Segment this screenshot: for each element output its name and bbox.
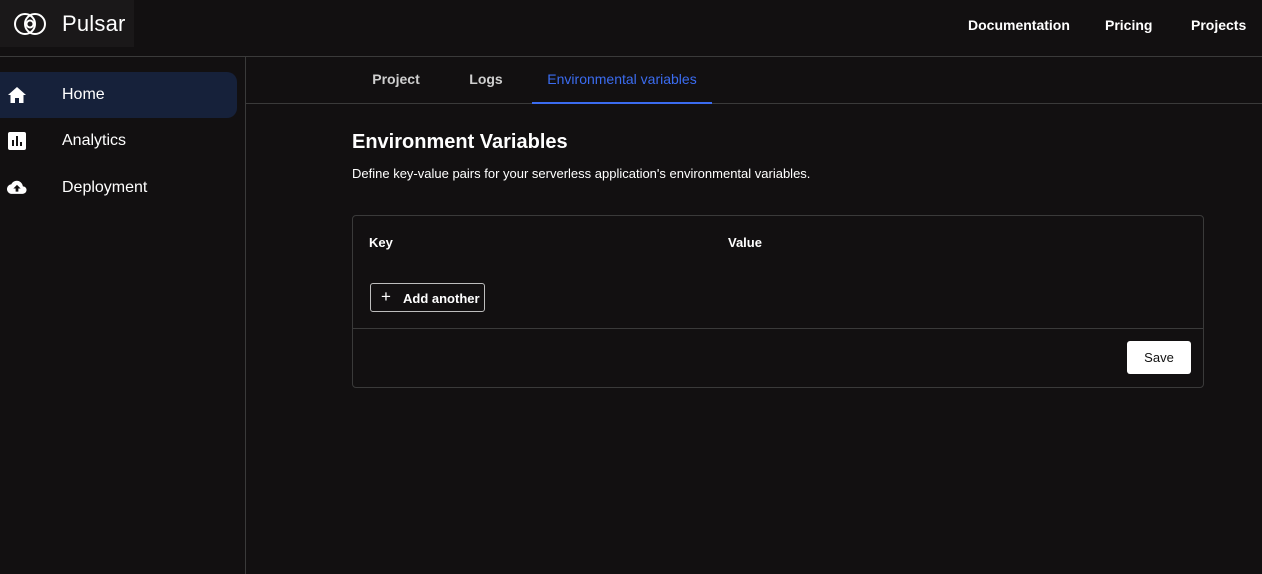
nav-projects-link[interactable]: Projects [1191,17,1246,33]
nav-documentation-link[interactable]: Documentation [968,17,1070,33]
add-another-label: Add another [403,291,480,306]
cloud-upload-icon [7,180,27,194]
plus-icon: + [381,287,391,306]
top-bar: Pulsar Documentation Pricing Projects [0,0,1262,57]
brand[interactable]: Pulsar [0,0,134,47]
tab-environmental-variables[interactable]: Environmental variables [532,57,712,104]
page-description: Define key-value pairs for your serverle… [352,166,811,181]
sidebar-item-analytics[interactable]: Analytics [0,118,237,164]
sidebar: Home Analytics Deployment [0,57,246,574]
tab-project[interactable]: Project [358,57,434,104]
sidebar-item-deployment[interactable]: Deployment [0,165,237,211]
analytics-icon [8,132,26,150]
home-icon [8,87,26,103]
env-variables-card: Key Value + Add another Save [352,215,1204,388]
tab-bar: Project Logs Environmental variables [246,57,1262,104]
app-name: Pulsar [62,11,126,36]
page-title: Environment Variables [352,131,568,153]
sidebar-item-label: Home [62,86,105,103]
sidebar-item-label: Analytics [62,132,127,149]
save-button[interactable]: Save [1127,341,1191,374]
nav-pricing-link[interactable]: Pricing [1105,17,1152,33]
sidebar-item-label: Deployment [62,179,148,196]
tab-logs[interactable]: Logs [460,57,512,104]
key-column-header: Key [369,235,393,250]
sidebar-item-home[interactable]: Home [0,72,237,118]
divider [353,328,1203,329]
value-column-header: Value [728,235,762,250]
pulsar-logo-icon [14,13,46,35]
add-another-button[interactable]: + Add another [370,283,485,312]
